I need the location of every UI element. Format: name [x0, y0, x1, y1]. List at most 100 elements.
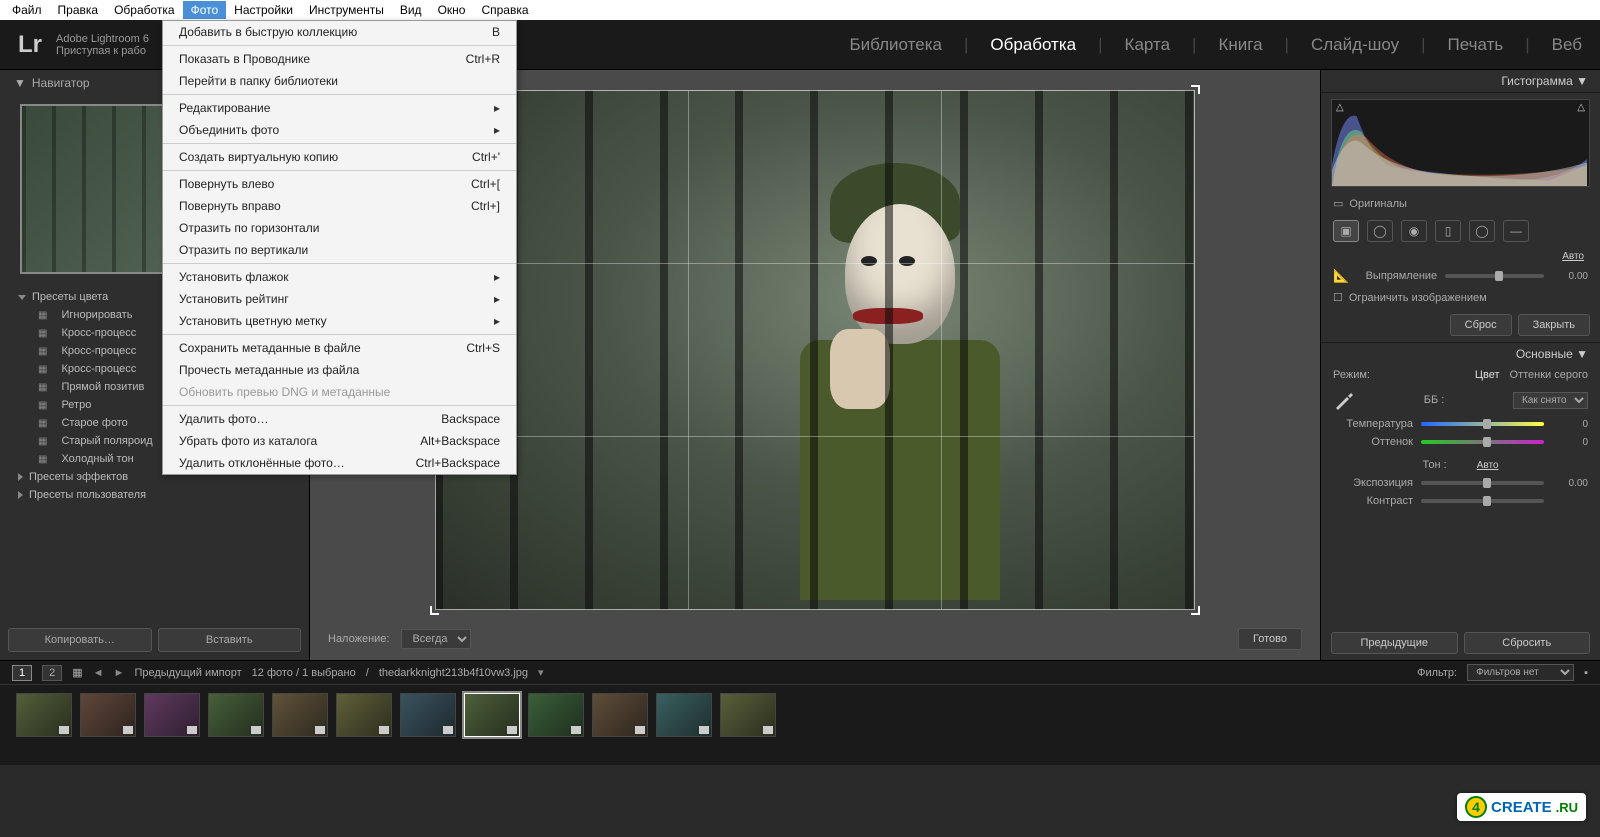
overlay-select[interactable]: Всегда	[401, 629, 471, 649]
menuitem[interactable]: Установить рейтинг▸	[163, 288, 516, 310]
filmstrip-thumb[interactable]	[80, 693, 136, 737]
screen-2[interactable]: 2	[42, 665, 62, 681]
module-4[interactable]: Слайд-шоу	[1311, 35, 1399, 55]
tint-slider[interactable]	[1421, 440, 1544, 444]
module-3[interactable]: Книга	[1218, 35, 1262, 55]
radial-tool[interactable]: ◯	[1469, 220, 1495, 242]
filmstrip-thumbs	[0, 685, 1600, 745]
reset-crop-button[interactable]: Сброс	[1450, 314, 1512, 336]
histogram[interactable]: △ △	[1331, 99, 1590, 187]
done-button[interactable]: Готово	[1238, 628, 1302, 650]
watermark: 4 СREATE .RU	[1457, 793, 1586, 821]
menuitem[interactable]: Повернуть вправоCtrl+]	[163, 195, 516, 217]
filmstrip-thumb[interactable]	[16, 693, 72, 737]
menuitem[interactable]: Установить цветную метку▸	[163, 310, 516, 332]
filmstrip-thumb[interactable]	[272, 693, 328, 737]
crop-tool[interactable]: ▣	[1333, 220, 1359, 242]
menuitem[interactable]: Установить флажок▸	[163, 266, 516, 288]
menu-файл[interactable]: Файл	[4, 1, 50, 19]
app-subtitle: Приступая к рабо	[56, 45, 149, 57]
tool-strip: ▣ ◯ ◉ ▯ ◯ —	[1321, 214, 1600, 248]
preset-group[interactable]: Пресеты пользователя	[0, 486, 309, 504]
nav-back-icon[interactable]: ◄	[93, 667, 104, 679]
menu-справка[interactable]: Справка	[473, 1, 536, 19]
close-crop-button[interactable]: Закрыть	[1518, 314, 1590, 336]
mode-color[interactable]: Цвет	[1475, 369, 1500, 381]
module-0[interactable]: Библиотека	[850, 35, 942, 55]
filmstrip-thumb[interactable]	[400, 693, 456, 737]
menuitem[interactable]: Создать виртуальную копиюCtrl+'	[163, 146, 516, 168]
filmstrip-thumb[interactable]	[208, 693, 264, 737]
auto-straighten[interactable]: Авто	[1562, 251, 1584, 262]
filmstrip-thumb[interactable]	[464, 693, 520, 737]
filmstrip-thumb[interactable]	[528, 693, 584, 737]
grid-toggle-icon[interactable]: ▦	[72, 666, 82, 679]
menu-правка[interactable]: Правка	[50, 1, 107, 19]
constrain-check[interactable]: ☐Ограничить изображением	[1321, 287, 1600, 308]
menuitem[interactable]: Добавить в быструю коллекциюB	[163, 21, 516, 43]
originals-toggle[interactable]: ▭Оригиналы	[1321, 193, 1600, 214]
gradient-tool[interactable]: ▯	[1435, 220, 1461, 242]
basic-panel-title[interactable]: Основные ▼	[1321, 342, 1600, 365]
wb-select[interactable]: Как снято	[1513, 392, 1588, 409]
menuitem[interactable]: Перейти в папку библиотеки	[163, 70, 516, 92]
menu-обработка[interactable]: Обработка	[106, 1, 183, 19]
wb-picker-icon[interactable]	[1333, 389, 1355, 411]
filmstrip-thumb[interactable]	[720, 693, 776, 737]
menuitem[interactable]: Отразить по вертикали	[163, 239, 516, 261]
menu-настройки[interactable]: Настройки	[226, 1, 301, 19]
exposure-slider[interactable]	[1421, 481, 1544, 485]
right-panel: Гистограмма ▼ △ △ ▭Оригиналы ▣ ◯ ◉ ▯ ◯ —…	[1320, 70, 1600, 660]
filmstrip-thumb[interactable]	[144, 693, 200, 737]
module-6[interactable]: Веб	[1552, 35, 1582, 55]
photo-menu-dropdown: Добавить в быструю коллекциюB Показать в …	[162, 20, 517, 475]
filter-select[interactable]: Фильтров нет	[1467, 664, 1574, 681]
menuitem: Обновить превью DNG и метаданные	[163, 381, 516, 403]
menuitem[interactable]: Показать в ПроводникеCtrl+R	[163, 48, 516, 70]
brush-tool[interactable]: —	[1503, 220, 1529, 242]
menuitem[interactable]: Прочесть метаданные из файла	[163, 359, 516, 381]
auto-tone[interactable]: Авто	[1477, 460, 1499, 471]
menuitem[interactable]: Объединить фото▸	[163, 119, 516, 141]
menuitem[interactable]: Удалить отклонённые фото…Ctrl+Backspace	[163, 452, 516, 474]
filter-label: Фильтр:	[1417, 667, 1457, 679]
screen-1[interactable]: 1	[12, 665, 32, 681]
reset-all-button[interactable]: Сбросить	[1464, 632, 1591, 654]
app-name: Adobe Lightroom 6	[56, 33, 149, 45]
histogram-title[interactable]: Гистограмма ▼	[1321, 70, 1600, 93]
module-1[interactable]: Обработка	[990, 35, 1076, 55]
filmstrip-thumb[interactable]	[336, 693, 392, 737]
module-5[interactable]: Печать	[1448, 35, 1504, 55]
temp-slider[interactable]	[1421, 422, 1544, 426]
redeye-tool[interactable]: ◉	[1401, 220, 1427, 242]
paste-button[interactable]: Вставить	[158, 628, 302, 652]
crop-frame[interactable]	[435, 90, 1195, 610]
mode-bw[interactable]: Оттенки серого	[1510, 369, 1588, 381]
menuitem[interactable]: Повернуть влевоCtrl+[	[163, 173, 516, 195]
contrast-slider[interactable]	[1421, 499, 1544, 503]
menu-окно[interactable]: Окно	[430, 1, 474, 19]
menu-вид[interactable]: Вид	[392, 1, 430, 19]
filter-lock-icon[interactable]: ▪	[1584, 667, 1588, 679]
straighten-slider[interactable]	[1445, 274, 1544, 278]
spot-tool[interactable]: ◯	[1367, 220, 1393, 242]
overlay-label: Наложение:	[328, 633, 389, 645]
photo-count: 12 фото / 1 выбрано	[252, 667, 356, 679]
menuitem[interactable]: Сохранить метаданные в файлеCtrl+S	[163, 337, 516, 359]
previous-button[interactable]: Предыдущие	[1331, 632, 1458, 654]
menuitem[interactable]: Удалить фото…Backspace	[163, 408, 516, 430]
menuitem[interactable]: Отразить по горизонтали	[163, 217, 516, 239]
copy-button[interactable]: Копировать…	[8, 628, 152, 652]
menu-инструменты[interactable]: Инструменты	[301, 1, 392, 19]
filmstrip: 1 2 ▦ ◄ ► Предыдущий импорт 12 фото / 1 …	[0, 660, 1600, 765]
breadcrumb[interactable]: Предыдущий импорт	[134, 667, 241, 679]
nav-fwd-icon[interactable]: ►	[114, 667, 125, 679]
menu-фото[interactable]: Фото	[183, 1, 227, 19]
image-canvas[interactable]	[435, 90, 1195, 610]
filmstrip-thumb[interactable]	[592, 693, 648, 737]
menubar: ФайлПравкаОбработкаФотоНастройкиИнструме…	[0, 0, 1600, 20]
module-2[interactable]: Карта	[1125, 35, 1171, 55]
filmstrip-thumb[interactable]	[656, 693, 712, 737]
menuitem[interactable]: Редактирование▸	[163, 97, 516, 119]
menuitem[interactable]: Убрать фото из каталогаAlt+Backspace	[163, 430, 516, 452]
